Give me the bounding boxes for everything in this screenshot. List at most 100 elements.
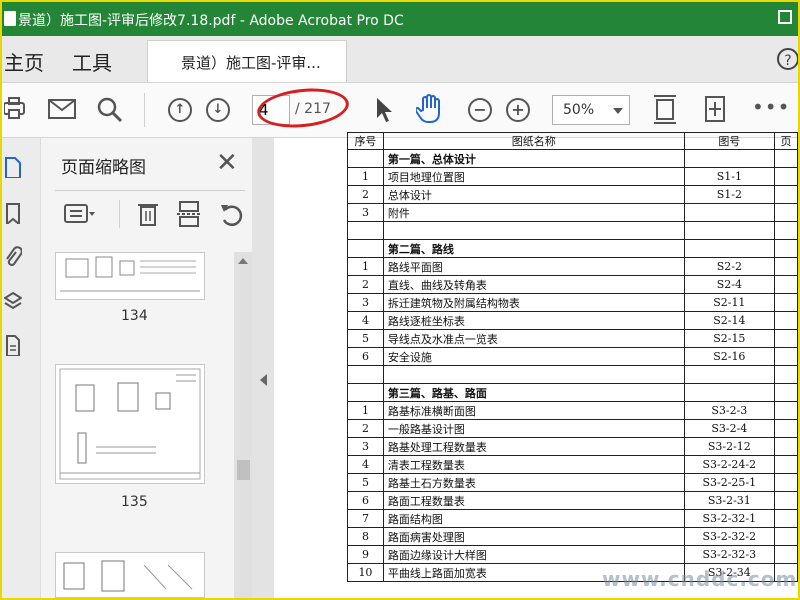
rotate-page-icon[interactable]: [219, 202, 245, 228]
cell-code: S2-16: [683, 347, 776, 366]
table-row: 8 路面病害处理图 S3-2-32-2: [347, 527, 798, 546]
content-icon[interactable]: [4, 334, 22, 356]
cell-no: 5: [347, 473, 384, 492]
zoom-in-icon[interactable]: +: [506, 98, 530, 122]
thumbnails-panel: 页面缩略图 ✕ 134 135: [40, 138, 252, 598]
cell-no: 7: [347, 509, 384, 528]
fit-page-icon[interactable]: [652, 91, 678, 129]
help-icon[interactable]: ?: [777, 48, 798, 70]
window-title: 景道）施工图-评审后修改7.18.pdf - Adobe Acrobat Pro…: [18, 13, 404, 29]
cell-name: 直线、曲线及转角表: [382, 275, 685, 294]
table-row: 2 直线、曲线及转角表 S2-4: [347, 275, 798, 294]
cell-code: S2-11: [683, 293, 776, 312]
table-row: 1 路线平面图 S2-2: [347, 257, 798, 276]
rotate-view-icon[interactable]: [702, 93, 728, 127]
table-row: [347, 221, 798, 240]
tab-document[interactable]: 景道）施工图-评审...: [147, 40, 347, 82]
cell-no: 2: [347, 419, 384, 438]
cell-page: [774, 473, 798, 492]
cell-page: [774, 293, 798, 312]
cell-no: 3: [347, 293, 384, 312]
column-header: 图号: [683, 132, 776, 150]
maximize-icon[interactable]: [778, 10, 792, 24]
cell-page: [774, 509, 798, 528]
page-up-icon[interactable]: ↑: [168, 98, 192, 122]
cell-code: S3-2-12: [683, 437, 776, 456]
panel-splitter[interactable]: [252, 138, 274, 598]
collapse-arrow-icon[interactable]: [260, 374, 267, 386]
attachment-icon[interactable]: [4, 246, 22, 268]
thumbnail-options-icon[interactable]: [63, 202, 95, 226]
select-cursor-icon[interactable]: [374, 96, 394, 124]
thumbnail-scrollbar[interactable]: [234, 252, 252, 598]
cell-page: [774, 185, 798, 204]
app-window: 景道）施工图-评审后修改7.18.pdf - Adobe Acrobat Pro…: [0, 0, 800, 600]
cell-code: [683, 383, 776, 402]
cell-page: [774, 203, 798, 222]
delete-icon[interactable]: [137, 200, 159, 228]
tab-home[interactable]: 主页: [4, 47, 44, 76]
cell-name: 路面工程数量表: [382, 491, 685, 510]
cell-code: S3-2-32-3: [683, 545, 776, 564]
cell-code: S1-2: [683, 185, 776, 204]
page-thumbnail[interactable]: [55, 364, 205, 484]
page-thumbnail[interactable]: [55, 552, 205, 598]
table-row: 2 总体设计 S1-2: [347, 185, 798, 204]
cell-name: 路面病害处理图: [382, 527, 685, 546]
cell-no: 5: [347, 329, 384, 348]
cell-no: [347, 365, 384, 384]
cell-code: [683, 203, 776, 222]
more-icon[interactable]: •••: [752, 95, 790, 119]
cell-code: S3-2-32-2: [683, 527, 776, 546]
print-icon[interactable]: [4, 97, 26, 121]
table-row: 3 路基处理工程数量表 S3-2-12: [347, 437, 798, 456]
cell-no: [347, 221, 384, 240]
cell-no: 1: [347, 257, 384, 276]
cell-no: [347, 149, 384, 168]
page-down-icon[interactable]: ↓: [206, 98, 230, 122]
cell-page: [774, 455, 798, 474]
cell-page: [774, 329, 798, 348]
column-header: 页: [774, 132, 798, 150]
cell-name: [382, 365, 685, 384]
cell-name: 附件: [382, 203, 685, 222]
thumbnail-label: 135: [121, 494, 148, 510]
page-thumbnails-icon[interactable]: [4, 156, 22, 178]
layers-icon[interactable]: [4, 290, 22, 312]
cell-page: [774, 383, 798, 402]
cell-page: [774, 437, 798, 456]
watermark: www.cnddc.com: [602, 567, 798, 591]
cell-name: 项目地理位置图: [382, 167, 685, 186]
table-row: 7 路面结构图 S3-2-32-1: [347, 509, 798, 528]
hand-tool-icon[interactable]: [416, 93, 446, 125]
cell-name: 路面结构图: [382, 509, 685, 528]
cell-code: S2-14: [683, 311, 776, 330]
cell-no: 8: [347, 527, 384, 546]
table-row: 5 导线点及水准点一览表 S2-15: [347, 329, 798, 348]
table-row: 3 附件: [347, 203, 798, 222]
table-row: 9 路面边缘设计大样图 S3-2-32-3: [347, 545, 798, 564]
cell-code: S2-15: [683, 329, 776, 348]
scroll-up-arrow[interactable]: [238, 258, 248, 264]
tab-tools[interactable]: 工具: [72, 47, 112, 76]
search-icon[interactable]: [97, 97, 123, 123]
insert-page-icon[interactable]: [177, 200, 201, 228]
panel-toolbar-divider: [119, 200, 120, 228]
cell-name: 路面边缘设计大样图: [382, 545, 685, 564]
zoom-select[interactable]: 50%: [552, 95, 630, 125]
cell-no: 4: [347, 311, 384, 330]
table-row: 2 一般路基设计图 S3-2-4: [347, 419, 798, 438]
bookmark-icon[interactable]: [4, 202, 22, 224]
scroll-thumb[interactable]: [237, 460, 250, 480]
panel-divider: [55, 190, 245, 191]
zoom-out-icon[interactable]: −: [468, 98, 492, 122]
chevron-down-icon: [613, 108, 623, 114]
cell-code: S1-1: [683, 167, 776, 186]
cell-no: 6: [347, 347, 384, 366]
cell-name: [382, 221, 685, 240]
page-thumbnail[interactable]: [55, 252, 205, 300]
cell-no: 4: [347, 455, 384, 474]
mail-icon[interactable]: [48, 99, 76, 119]
close-icon[interactable]: ✕: [216, 150, 238, 176]
cell-code: S3-2-31: [683, 491, 776, 510]
